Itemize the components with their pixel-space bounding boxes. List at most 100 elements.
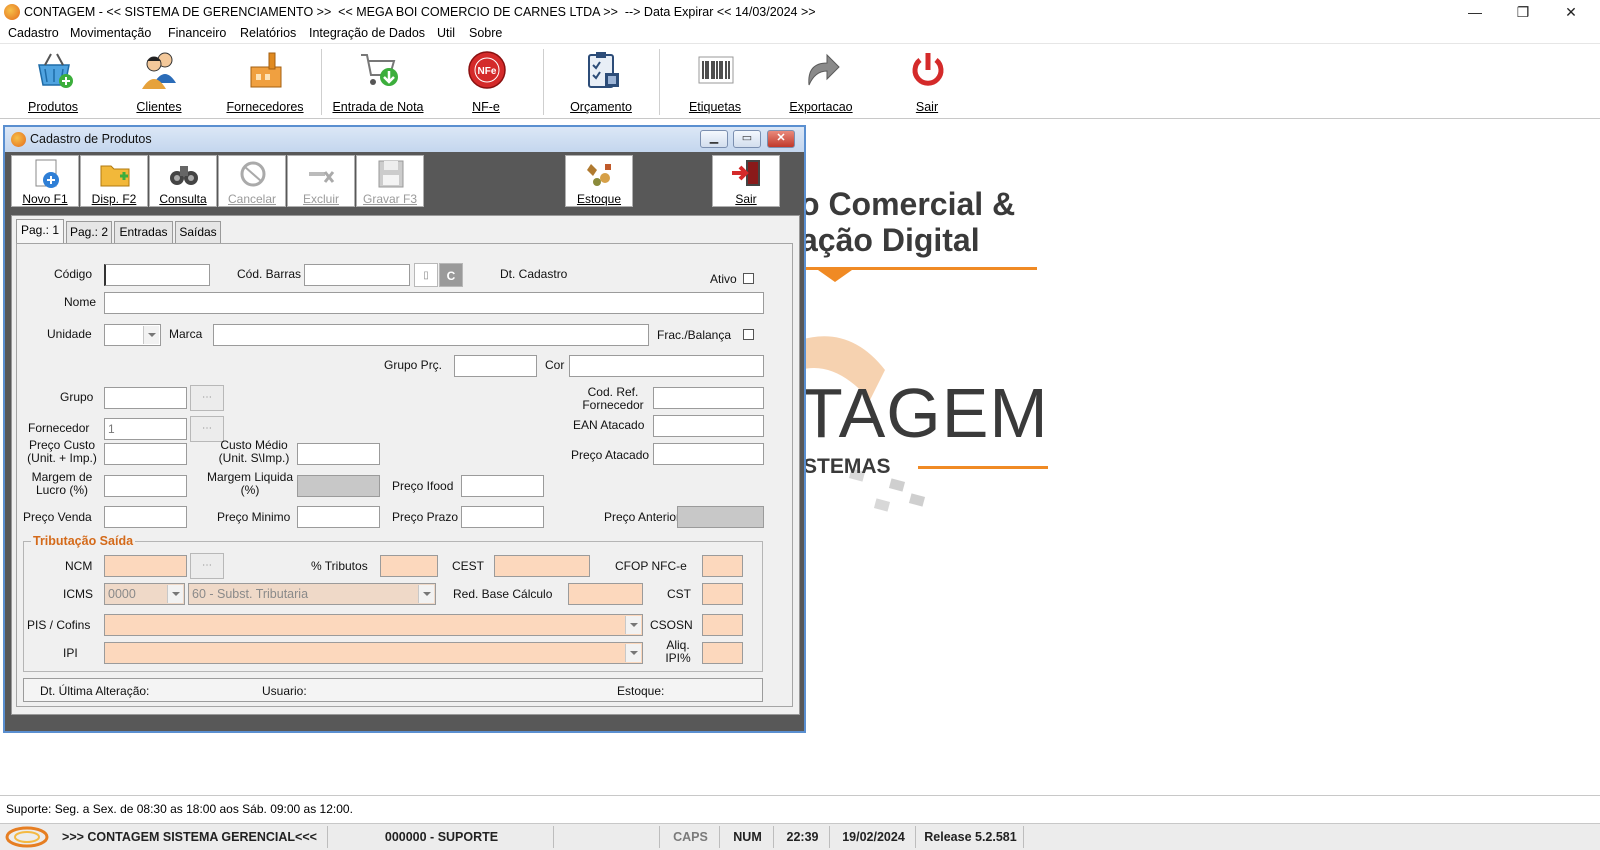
clientes-button[interactable]: Clientes — [113, 47, 205, 117]
status-bar: >>> CONTAGEM SISTEMA GERENCIAL<<< 000000… — [0, 823, 1600, 850]
status-release: Release 5.2.581 — [918, 826, 1024, 848]
nome-input[interactable] — [104, 292, 764, 314]
cst-input[interactable] — [702, 583, 743, 605]
ncm-input[interactable] — [104, 555, 187, 577]
cod-barras-label: Cód. Barras — [237, 267, 302, 281]
aliq-ipi-input[interactable] — [702, 642, 743, 664]
tab-pag2[interactable]: Pag.: 2 — [66, 221, 112, 243]
menu-cadastro[interactable]: Cadastro — [8, 26, 59, 40]
frac-balanca-checkbox[interactable] — [743, 329, 754, 340]
margem-lucro-input[interactable] — [104, 475, 187, 497]
icms-desc-value: 60 - Subst. Tributaria — [192, 587, 309, 601]
fornecedor-label: Fornecedor — [28, 421, 90, 435]
chevron-down-icon — [625, 644, 641, 662]
preco-custo-input[interactable] — [104, 443, 187, 465]
basket-icon — [38, 53, 73, 88]
unidade-select[interactable] — [104, 324, 161, 346]
child-window-title: Cadastro de Produtos — [30, 132, 152, 146]
minimize-button[interactable]: — — [1452, 0, 1498, 24]
menu-sobre[interactable]: Sobre — [469, 26, 502, 40]
factory-icon — [250, 52, 282, 88]
produtos-button[interactable]: Produtos — [7, 47, 99, 117]
info-bar: Dt. Última Alteração: Usuario: Estoque: — [23, 678, 763, 702]
preco-minimo-input[interactable] — [297, 506, 380, 528]
csosn-input[interactable] — [702, 614, 743, 636]
disp-button[interactable]: Disp. F2 — [80, 155, 148, 207]
cst-label: CST — [667, 587, 691, 601]
marca-input[interactable] — [213, 324, 649, 346]
ipi-select[interactable] — [104, 642, 643, 664]
tributos-label: % Tributos — [311, 559, 368, 573]
toolbar-separator — [659, 49, 660, 115]
entrada-de-nota-button[interactable]: Entrada de Nota — [332, 47, 424, 117]
users-icon — [142, 52, 176, 89]
preco-atacado-input[interactable] — [653, 443, 764, 465]
cest-input[interactable] — [494, 555, 590, 577]
preco-ifood-input[interactable] — [461, 475, 544, 497]
tab-saidas[interactable]: Saídas — [175, 221, 221, 243]
gravar-button[interactable]: Gravar F3 — [356, 155, 424, 207]
gravar-label: Gravar F3 — [362, 192, 417, 206]
exportacao-button[interactable]: Exportacao — [775, 47, 867, 117]
child-restore-button[interactable]: ▭ — [733, 130, 761, 148]
cor-input[interactable] — [569, 355, 764, 377]
tab-pag1[interactable]: Pag.: 1 — [16, 219, 64, 244]
power-icon — [912, 53, 944, 86]
nome-label: Nome — [64, 295, 97, 309]
ean-atacado-input[interactable] — [653, 415, 764, 437]
orcamento-button[interactable]: Orçamento — [555, 47, 647, 117]
sair-button[interactable]: Sair — [881, 47, 973, 117]
excluir-button[interactable]: Excluir — [287, 155, 355, 207]
grupo-input[interactable] — [104, 387, 187, 409]
cancelar-label: Cancelar — [227, 192, 277, 206]
icms-desc-select[interactable]: 60 - Subst. Tributaria — [188, 583, 436, 605]
child-close-button[interactable]: ✕ — [767, 130, 795, 148]
preco-prazo-input[interactable] — [461, 506, 544, 528]
close-button[interactable]: ✕ — [1548, 0, 1594, 24]
pis-cofins-select[interactable] — [104, 614, 643, 636]
ean-atacado-label: EAN Atacado — [573, 418, 645, 432]
clientes-label: Clientes — [136, 100, 182, 114]
etiquetas-button[interactable]: Etiquetas — [669, 47, 761, 117]
nfe-button[interactable]: NFe NF-e — [440, 47, 532, 117]
menu-relatorios[interactable]: Relatórios — [240, 26, 296, 40]
fornecedor-input[interactable]: 1 — [104, 418, 187, 440]
exportacao-label: Exportacao — [789, 100, 853, 114]
preco-venda-input[interactable] — [104, 506, 187, 528]
ativo-checkbox[interactable] — [743, 273, 754, 284]
menu-financeiro[interactable]: Financeiro — [168, 26, 226, 40]
toolbar-separator — [543, 49, 544, 115]
cancelar-button[interactable]: Cancelar — [218, 155, 286, 207]
cod-barras-input[interactable] — [304, 264, 410, 286]
icms-code-value: 0000 — [108, 587, 136, 601]
child-sair-button[interactable]: Sair — [712, 155, 780, 207]
codigo-input[interactable] — [104, 264, 210, 286]
consulta-button[interactable]: Consulta — [149, 155, 217, 207]
nfe-label: NF-e — [472, 100, 500, 114]
frac-balanca-label: Frac./Balança — [657, 328, 732, 342]
menu-util[interactable]: Util — [437, 26, 455, 40]
document-icon[interactable]: ▯ — [414, 263, 438, 287]
grupo-search-button[interactable]: ⋯ — [190, 385, 224, 411]
csosn-label: CSOSN — [650, 618, 693, 632]
fornecedores-button[interactable]: Fornecedores — [219, 47, 311, 117]
custo-medio-input[interactable] — [297, 443, 380, 465]
tab-entradas[interactable]: Entradas — [114, 221, 173, 243]
estoque-button[interactable]: Estoque — [565, 155, 633, 207]
icms-code-select[interactable]: 0000 — [104, 583, 185, 605]
tributos-input[interactable] — [380, 555, 438, 577]
red-base-input[interactable] — [568, 583, 643, 605]
cfop-input[interactable] — [702, 555, 743, 577]
chevron-down-icon — [143, 326, 159, 344]
cod-barras-c-button[interactable]: C — [439, 263, 463, 287]
menu-integracao[interactable]: Integração de Dados — [309, 26, 425, 40]
novo-button[interactable]: Novo F1 — [11, 155, 79, 207]
estoque-info-label: Estoque: — [617, 684, 665, 698]
child-minimize-button[interactable]: ▁ — [700, 130, 728, 148]
custo-medio-label-2: (Unit. S\Imp.) — [218, 451, 290, 465]
grupo-prc-input[interactable] — [454, 355, 537, 377]
restore-button[interactable]: ❐ — [1500, 0, 1546, 24]
menu-movimentacao[interactable]: Movimentação — [70, 26, 151, 40]
ncm-search-button[interactable]: ⋯ — [190, 553, 224, 579]
cod-ref-fornecedor-input[interactable] — [653, 387, 764, 409]
